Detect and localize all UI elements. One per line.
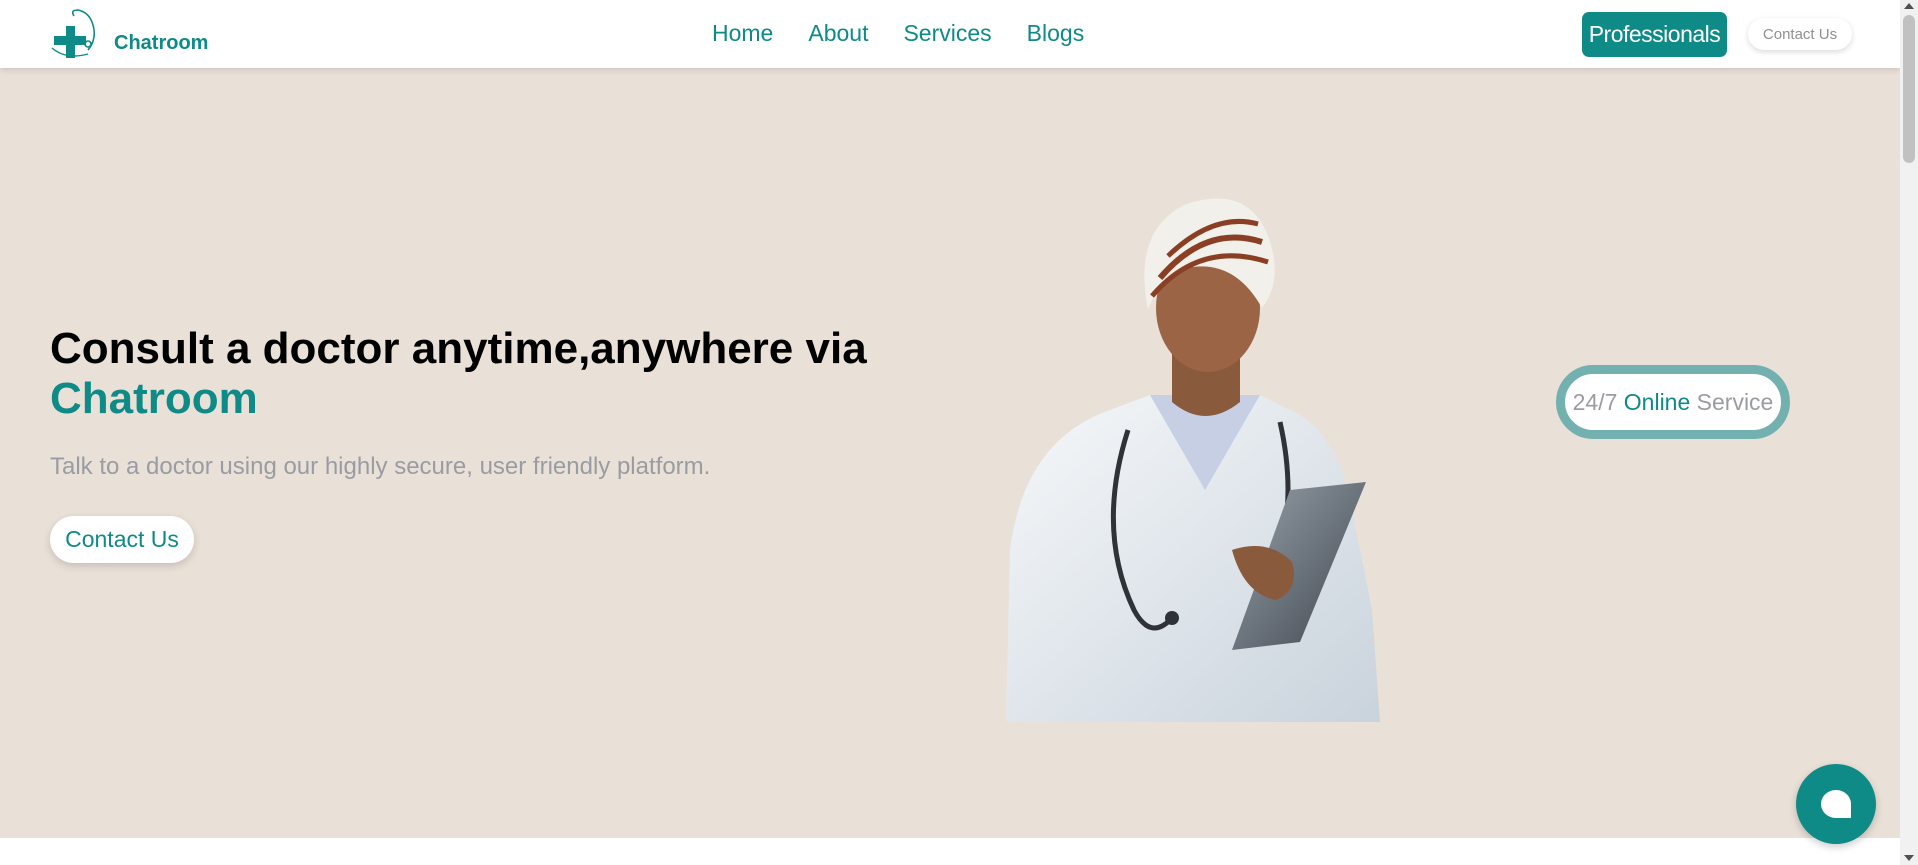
badge-text-online: Online: [1623, 388, 1691, 415]
hero-contact-button[interactable]: Contact Us: [50, 516, 194, 563]
scroll-down-arrow-icon[interactable]: [1904, 855, 1914, 861]
nav-blogs[interactable]: Blogs: [1027, 20, 1085, 47]
badge-text-247: 24/7: [1572, 388, 1618, 415]
badge-text-service: Service: [1696, 388, 1774, 415]
medical-cross-stethoscope-icon: [51, 9, 96, 58]
hero-title-brand: Chatroom: [50, 374, 258, 423]
page-scrollbar[interactable]: [1900, 0, 1918, 865]
online-service-badge: 24/7 Online Service: [1556, 365, 1790, 439]
professionals-button[interactable]: Professionals: [1582, 12, 1727, 57]
nav-home[interactable]: Home: [712, 20, 773, 47]
chat-bubble-icon: [1821, 790, 1851, 818]
scrollbar-thumb[interactable]: [1903, 15, 1915, 163]
scroll-up-arrow-icon[interactable]: [1904, 3, 1914, 9]
nav-services[interactable]: Services: [903, 20, 991, 47]
chat-launcher-button[interactable]: [1796, 764, 1876, 844]
logo[interactable]: Chatroom: [48, 8, 208, 62]
site-header: Chatroom Home About Services Blogs Profe…: [0, 0, 1900, 68]
hero-title-main: Consult a doctor anytime,anywhere via: [50, 324, 867, 373]
main-nav: Home About Services Blogs: [712, 20, 1084, 47]
header-contact-button[interactable]: Contact Us: [1748, 18, 1852, 50]
doctor-illustration: [1006, 198, 1380, 722]
hero-title: Consult a doctor anytime,anywhere via Ch…: [50, 324, 950, 424]
nav-about[interactable]: About: [808, 20, 868, 47]
hero-subtitle: Talk to a doctor using our highly secure…: [50, 453, 711, 480]
next-section: [0, 838, 1900, 865]
logo-text: Chatroom: [114, 31, 209, 54]
